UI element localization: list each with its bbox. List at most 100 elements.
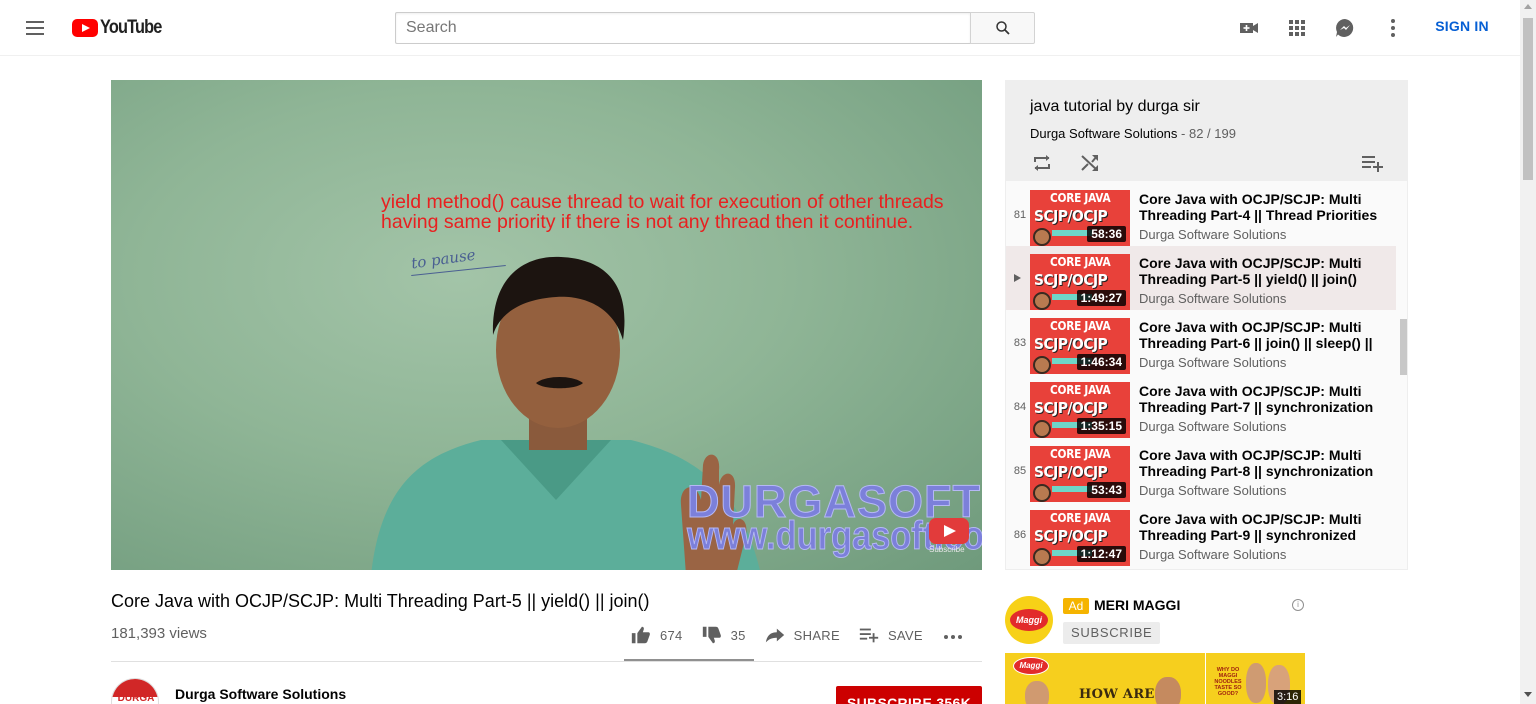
playlist-item-title[interactable]: Core Java with OCJP/SCJP: Multi Threadin…: [1139, 319, 1389, 351]
advertiser-avatar[interactable]: Maggi: [1005, 596, 1053, 644]
youtube-play-icon: [72, 19, 98, 37]
thumbs-up-icon: [631, 626, 650, 644]
playlist-item-index: 83: [1013, 337, 1027, 349]
share-button[interactable]: SHARE: [764, 624, 840, 646]
thumbnail-text-main: SCJP/OCJP: [1034, 207, 1108, 225]
save-label: SAVE: [887, 627, 923, 643]
more-horizontal-icon: [943, 635, 962, 639]
ad-person-image: [1025, 681, 1049, 704]
now-playing-icon: [1014, 274, 1021, 282]
playlist-add-icon: [859, 628, 879, 643]
info-divider: [111, 661, 982, 662]
playlist-item-duration: 1:49:27: [1076, 290, 1126, 306]
thumbnail-text-top: CORE JAVA: [1050, 447, 1111, 461]
page-scrollbar-thumb[interactable]: [1523, 18, 1533, 180]
playlist-item-thumbnail[interactable]: CORE JAVA SCJP/OCJP 1:35:15: [1030, 382, 1130, 438]
subscribe-watermark-label: Subscribe: [929, 545, 965, 554]
thumbnail-text-top: CORE JAVA: [1050, 319, 1111, 333]
channel-name[interactable]: Durga Software Solutions: [175, 686, 346, 702]
subscribe-watermark-button[interactable]: Subscribe: [929, 518, 973, 554]
ad-badge: Ad: [1063, 598, 1089, 614]
playlist-item-thumbnail[interactable]: CORE JAVA SCJP/OCJP 1:12:47: [1030, 510, 1130, 566]
youtube-logo[interactable]: YouTube: [72, 17, 171, 39]
scroll-up-arrow-icon[interactable]: [1524, 4, 1532, 9]
thumbnail-strip: [1052, 230, 1092, 236]
more-actions-button[interactable]: [941, 623, 973, 647]
playlist-position: - 82 / 199: [1177, 126, 1236, 141]
apps-grid-icon[interactable]: [1285, 16, 1309, 40]
video-player[interactable]: to pause yield method() cause thread to …: [111, 80, 982, 570]
playlist-item-duration: 1:35:15: [1076, 418, 1126, 434]
ad-video-duration: 3:16: [1274, 690, 1302, 704]
messages-icon[interactable]: [1333, 16, 1357, 40]
ad-side-caption: WHY DO MAGGI NOODLES TASTE SO GOOD?: [1214, 667, 1242, 697]
share-arrow-icon: [765, 628, 784, 643]
like-button[interactable]: 674: [630, 624, 683, 646]
thumbnail-text-top: CORE JAVA: [1050, 383, 1111, 397]
thumbnail-text-top: CORE JAVA: [1050, 191, 1111, 205]
thumbnail-text-main: SCJP/OCJP: [1034, 399, 1108, 417]
sign-in-link[interactable]: SIGN IN: [1425, 18, 1499, 38]
thumbnail-face-image: [1033, 228, 1051, 246]
playlist-item[interactable]: CORE JAVA SCJP/OCJP 1:49:27 Core Java wi…: [1006, 246, 1396, 310]
subscribe-button[interactable]: SUBSCRIBE 356K: [836, 686, 982, 704]
thumbnail-face-image: [1033, 292, 1051, 310]
video-title: Core Java with OCJP/SCJP: Multi Threadin…: [111, 591, 650, 611]
thumbnail-face-image: [1033, 356, 1051, 374]
thumbnail-text-top: CORE JAVA: [1050, 255, 1111, 269]
thumbnail-face-image: [1033, 548, 1051, 566]
playlist-item-title[interactable]: Core Java with OCJP/SCJP: Multi Threadin…: [1139, 447, 1389, 479]
scroll-down-arrow-icon[interactable]: [1524, 692, 1532, 697]
ad-person-image: [1246, 663, 1266, 703]
playlist-item-thumbnail[interactable]: CORE JAVA SCJP/OCJP 1:46:34: [1030, 318, 1130, 374]
page-scrollbar[interactable]: [1520, 0, 1536, 704]
playlist-owner[interactable]: Durga Software Solutions: [1030, 126, 1177, 141]
ad-banner-image[interactable]: Maggi HOW ARE: [1005, 653, 1205, 704]
search-input[interactable]: [395, 12, 970, 44]
playlist-item-title[interactable]: Core Java with OCJP/SCJP: Multi Threadin…: [1139, 255, 1389, 287]
playlist-item-duration: 1:46:34: [1076, 354, 1126, 370]
search-button[interactable]: [970, 12, 1035, 44]
dislike-button[interactable]: 35: [701, 624, 746, 646]
playlist-item-title[interactable]: Core Java with OCJP/SCJP: Multi Threadin…: [1139, 511, 1389, 543]
thumbnail-text-main: SCJP/OCJP: [1034, 527, 1108, 545]
playlist-item-index: 86: [1013, 529, 1027, 541]
channel-avatar[interactable]: DURGA: [111, 678, 159, 704]
more-vertical-icon[interactable]: [1381, 16, 1405, 40]
playlist-item[interactable]: 86 CORE JAVA SCJP/OCJP 1:12:47 Core Java…: [1006, 502, 1396, 566]
create-video-icon[interactable]: [1237, 16, 1261, 40]
youtube-play-icon: [929, 518, 969, 544]
ad-banner-text: HOW ARE: [1079, 687, 1155, 702]
thumbnail-text-main: SCJP/OCJP: [1034, 463, 1108, 481]
playlist-scrollbar-thumb[interactable]: [1400, 319, 1407, 375]
info-icon[interactable]: i: [1292, 599, 1304, 611]
loop-icon[interactable]: [1030, 151, 1054, 175]
thumbnail-strip: [1052, 486, 1092, 492]
playlist-item[interactable]: 85 CORE JAVA SCJP/OCJP 53:43 Core Java w…: [1006, 438, 1396, 502]
playlist-item[interactable]: 84 CORE JAVA SCJP/OCJP 1:35:15 Core Java…: [1006, 374, 1396, 438]
save-button[interactable]: SAVE: [858, 624, 923, 646]
playlist-add-icon[interactable]: [1360, 151, 1384, 175]
advertiser-name[interactable]: MERI MAGGI: [1094, 597, 1180, 613]
ad-banner-logo: Maggi: [1013, 657, 1049, 675]
ad-subscribe-button[interactable]: SUBSCRIBE: [1063, 622, 1161, 644]
playlist-item-channel: Durga Software Solutions: [1139, 483, 1287, 498]
playlist-title[interactable]: java tutorial by durga sir: [1030, 98, 1200, 116]
playlist-item-thumbnail[interactable]: CORE JAVA SCJP/OCJP 58:36: [1030, 190, 1130, 246]
playlist-item-duration: 53:43: [1087, 482, 1126, 498]
playlist-item-channel: Durga Software Solutions: [1139, 547, 1287, 562]
channel-avatar-text: DURGA: [117, 693, 155, 704]
playlist-item-thumbnail[interactable]: CORE JAVA SCJP/OCJP 1:49:27: [1030, 254, 1130, 310]
playlist-item-thumbnail[interactable]: CORE JAVA SCJP/OCJP 53:43: [1030, 446, 1130, 502]
playlist-items: 81 CORE JAVA SCJP/OCJP 58:36 Core Java w…: [1006, 182, 1396, 566]
playlist-item[interactable]: 83 CORE JAVA SCJP/OCJP 1:46:34 Core Java…: [1006, 310, 1396, 374]
shuffle-icon[interactable]: [1078, 151, 1102, 175]
playlist-item-title[interactable]: Core Java with OCJP/SCJP: Multi Threadin…: [1139, 383, 1389, 415]
like-count: 674: [660, 627, 683, 643]
thumbs-down-icon: [702, 626, 721, 644]
playlist-item-channel: Durga Software Solutions: [1139, 291, 1287, 306]
video-actions: 674 35 SHARE SAVE: [630, 620, 991, 650]
playlist-item[interactable]: 81 CORE JAVA SCJP/OCJP 58:36 Core Java w…: [1006, 182, 1396, 246]
hamburger-menu-icon[interactable]: [24, 18, 48, 38]
playlist-item-title[interactable]: Core Java with OCJP/SCJP: Multi Threadin…: [1139, 191, 1389, 223]
